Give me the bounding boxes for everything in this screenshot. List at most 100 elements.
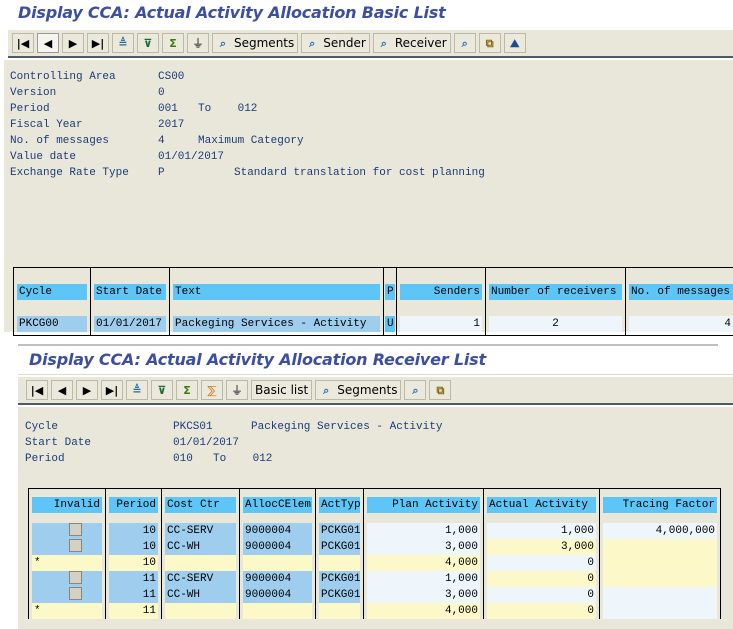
subtotals-button[interactable]: ⅀	[201, 380, 223, 400]
invalid-checkbox[interactable]	[69, 571, 82, 585]
receiver-list-table: Invalid Period Cost Ctr AllocCElem ActTy…	[28, 488, 721, 619]
next-page-button[interactable]: ▶	[62, 33, 84, 53]
field-extra	[184, 69, 191, 85]
field-label: No. of messages	[10, 135, 110, 147]
field-extra: Maximum Category	[198, 135, 304, 147]
previous-page-icon: ◀	[43, 36, 53, 50]
messages-cell[interactable]: 4	[629, 315, 733, 332]
field-extra: Standard translation for cost planning	[234, 167, 485, 179]
senders-cell[interactable]: 1	[400, 315, 482, 332]
segments-button[interactable]: ⌕ Segments	[212, 33, 299, 53]
invalid-checkbox[interactable]	[69, 539, 82, 553]
header-field: Period 001 To 012	[10, 101, 485, 117]
cost-ctr-cell: CC-WH	[165, 586, 236, 603]
col-header-start-date: Start Date	[94, 283, 166, 300]
alloc-celem-cell: 9000004	[243, 538, 312, 555]
subtotals-icon: ⅀	[207, 383, 217, 397]
header-field: No. of messages 4 Maximum Category	[10, 133, 485, 149]
subtotal-button[interactable]: ⊽	[137, 33, 159, 53]
copy-button[interactable]: ⧉	[478, 33, 501, 53]
sort-button[interactable]: ≜	[126, 380, 148, 400]
invalid-checkbox[interactable]	[69, 523, 82, 537]
col-header-alloc-celem: AllocCElem	[243, 496, 312, 513]
segments-button[interactable]: ⌕ Segments	[315, 380, 402, 400]
sum-button[interactable]: Σ	[162, 33, 184, 53]
next-page-button[interactable]: ▶	[76, 380, 98, 400]
field-extra: To 012	[213, 453, 273, 465]
plan-activity-cell: 3,000	[367, 538, 480, 555]
p-cell: U	[385, 315, 395, 332]
cost-ctr-cell: CC-SERV	[165, 522, 236, 539]
sender-button[interactable]: ⌕ Sender	[301, 33, 370, 53]
invalid-cell[interactable]: *	[32, 554, 102, 571]
header-field: Period 010 To 012	[25, 451, 442, 467]
field-value: 4	[158, 135, 165, 147]
basic-list-title: Display CCA: Actual Activity Allocation …	[18, 3, 446, 22]
basic-list-row[interactable]: PKCG00 01/01/2017 Packeging Services - A…	[13, 315, 733, 332]
invalid-cell[interactable]	[32, 522, 102, 539]
start-date-cell: 01/01/2017	[94, 315, 166, 332]
filter-button[interactable]: ⏚	[226, 380, 248, 400]
subtotal-button[interactable]: ⊽	[151, 380, 173, 400]
receiver-list-header-row: Invalid Period Cost Ctr AllocCElem ActTy…	[28, 496, 721, 513]
invalid-cell[interactable]	[32, 570, 102, 587]
cycle-cell[interactable]: PKCG00	[17, 315, 87, 332]
actual-activity-cell: 1,000	[487, 522, 596, 539]
receiver-button[interactable]: ⌕ Receiver	[372, 33, 451, 53]
tracing-factor-cell	[603, 602, 717, 619]
invalid-cell[interactable]: *	[32, 602, 102, 619]
invalid-cell[interactable]	[32, 538, 102, 555]
invalid-cell[interactable]	[32, 586, 102, 603]
table-row[interactable]: 10 CC-SERV 9000004 PCKG01 1,000 1,000 4,000,00…	[28, 522, 721, 539]
first-page-button[interactable]: |◀	[12, 33, 34, 53]
field-value: 2017	[158, 119, 185, 131]
previous-page-button[interactable]: ◀	[37, 33, 59, 53]
copy-button[interactable]: ⧉	[429, 380, 452, 400]
col-header-tracing-factor: Tracing Factor	[603, 496, 717, 513]
last-page-button[interactable]: ▶|	[87, 33, 109, 53]
header-field: Fiscal Year 2017	[10, 117, 485, 133]
filter-icon: ⏚	[231, 383, 243, 397]
field-value: P	[158, 167, 165, 179]
field-value: 0	[158, 87, 165, 99]
alloc-celem-cell: 9000004	[243, 586, 312, 603]
field-label: Controlling Area	[10, 71, 116, 83]
tracing-factor-cell	[603, 570, 717, 587]
table-row[interactable]: 10 CC-WH 9000004 PCKG01 3,000 3,000	[28, 538, 721, 555]
actual-activity-cell: 0	[487, 554, 596, 571]
detail-button[interactable]: ⌕	[404, 380, 427, 400]
text-cell: Packeging Services - Activity	[173, 315, 380, 332]
mountain-icon: ⛰	[510, 36, 520, 50]
first-page-button[interactable]: |◀	[26, 380, 48, 400]
subtotal-row[interactable]: * 10 4,000 0	[28, 554, 721, 571]
header-field: Controlling Area CS00	[10, 69, 485, 85]
col-header-messages: No. of messages	[629, 283, 733, 300]
actual-activity-cell: 0	[487, 570, 596, 587]
field-value: PKCS01	[173, 421, 213, 433]
magnifier-icon: ⌕	[412, 383, 419, 397]
cost-ctr-cell: CC-SERV	[165, 570, 236, 587]
sort-button[interactable]: ≜	[112, 33, 134, 53]
basic-list-button[interactable]: Basic list	[251, 380, 313, 400]
previous-page-button[interactable]: ◀	[51, 380, 73, 400]
filter-icon: ⏚	[192, 36, 204, 50]
subtotal-row[interactable]: * 11 4,000 0	[28, 602, 721, 619]
magnifier-icon: ⌕	[461, 36, 468, 50]
last-page-button[interactable]: ▶|	[101, 380, 123, 400]
acttyp-cell: PCKG01	[319, 538, 361, 555]
table-row[interactable]: 11 CC-SERV 9000004 PCKG01 1,000 0	[28, 570, 721, 587]
graphic-button[interactable]: ⛰	[503, 33, 526, 53]
period-cell: 11	[109, 586, 158, 603]
magnifier-icon: ⌕	[380, 36, 387, 50]
receivers-cell[interactable]: 2	[489, 315, 622, 332]
first-page-icon: |◀	[16, 36, 30, 50]
detail-button[interactable]: ⌕	[453, 33, 476, 53]
col-header-cycle: Cycle	[17, 283, 87, 300]
sum-button[interactable]: Σ	[176, 380, 198, 400]
invalid-checkbox[interactable]	[69, 587, 82, 601]
table-row[interactable]: 11 CC-WH 9000004 PCKG01 3,000 0	[28, 586, 721, 603]
field-extra	[165, 85, 172, 101]
col-header-period: Period	[109, 496, 158, 513]
actual-activity-cell: 0	[487, 586, 596, 603]
filter-button[interactable]: ⏚	[187, 33, 209, 53]
